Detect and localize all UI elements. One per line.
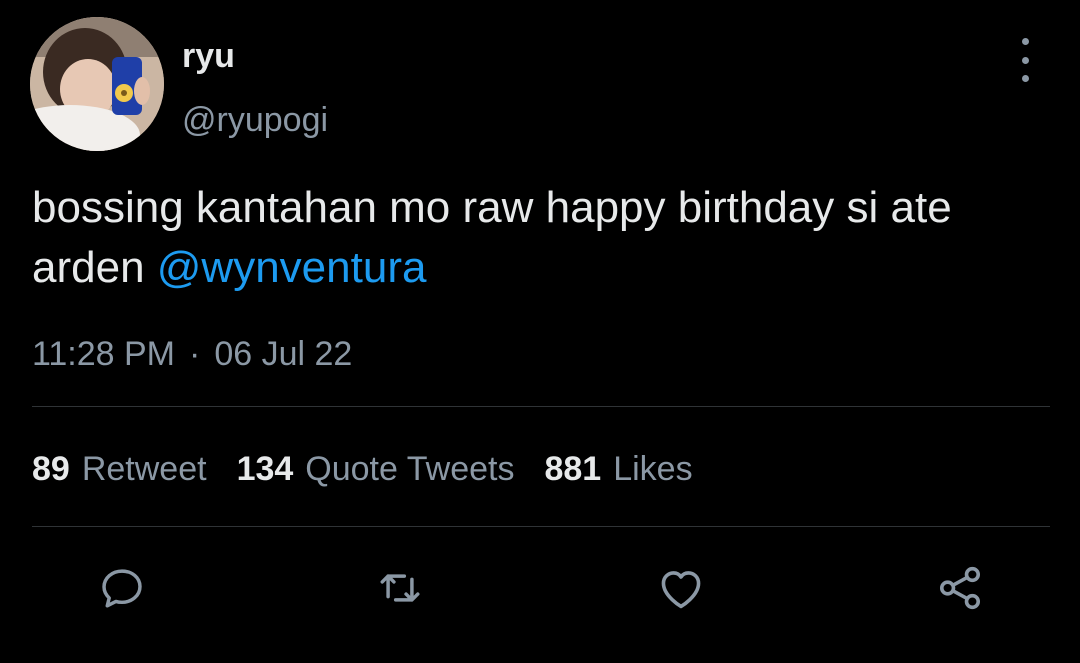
more-options-button[interactable]	[1008, 38, 1042, 82]
tweet-date[interactable]: 06 Jul 22	[214, 335, 352, 373]
likes-label: Likes	[613, 450, 693, 488]
quote-tweets-label: Quote Tweets	[305, 450, 515, 488]
retweet-icon	[380, 574, 420, 602]
more-vertical-icon	[1021, 38, 1029, 45]
heart-icon	[661, 571, 701, 609]
share-icon	[939, 566, 981, 610]
author-handle[interactable]: @ryupogi	[182, 100, 328, 140]
tweet-text: bossing kantahan mo raw happy birthday s…	[32, 178, 1042, 298]
reply-icon	[102, 569, 142, 608]
divider-top	[32, 406, 1050, 407]
engagement-stats: 89 Retweet 134 Quote Tweets 881 Likes	[32, 449, 723, 489]
retweets-label: Retweet	[81, 450, 207, 488]
share-button[interactable]	[932, 560, 988, 616]
avatar-photo	[30, 17, 164, 151]
quote-tweets-stat[interactable]: 134 Quote Tweets	[237, 449, 515, 489]
like-button[interactable]	[653, 560, 709, 616]
quote-tweets-count: 134	[236, 450, 294, 488]
tweet-timestamp: 11:28 PM · 06 Jul 22	[32, 334, 352, 374]
meta-separator: ·	[189, 335, 201, 373]
author-display-name[interactable]: ryu	[182, 36, 235, 76]
mention-link[interactable]: @wynventura	[157, 243, 427, 292]
retweet-button[interactable]	[372, 560, 428, 616]
likes-count: 881	[544, 450, 602, 488]
retweets-count: 89	[32, 450, 70, 488]
tweet-actions-bar	[0, 560, 1080, 620]
tweet-time[interactable]: 11:28 PM	[32, 335, 175, 373]
divider-bottom	[32, 526, 1050, 527]
avatar[interactable]	[30, 17, 164, 151]
retweets-stat[interactable]: 89 Retweet	[32, 449, 207, 489]
reply-button[interactable]	[94, 560, 150, 616]
likes-stat[interactable]: 881 Likes	[544, 449, 692, 489]
